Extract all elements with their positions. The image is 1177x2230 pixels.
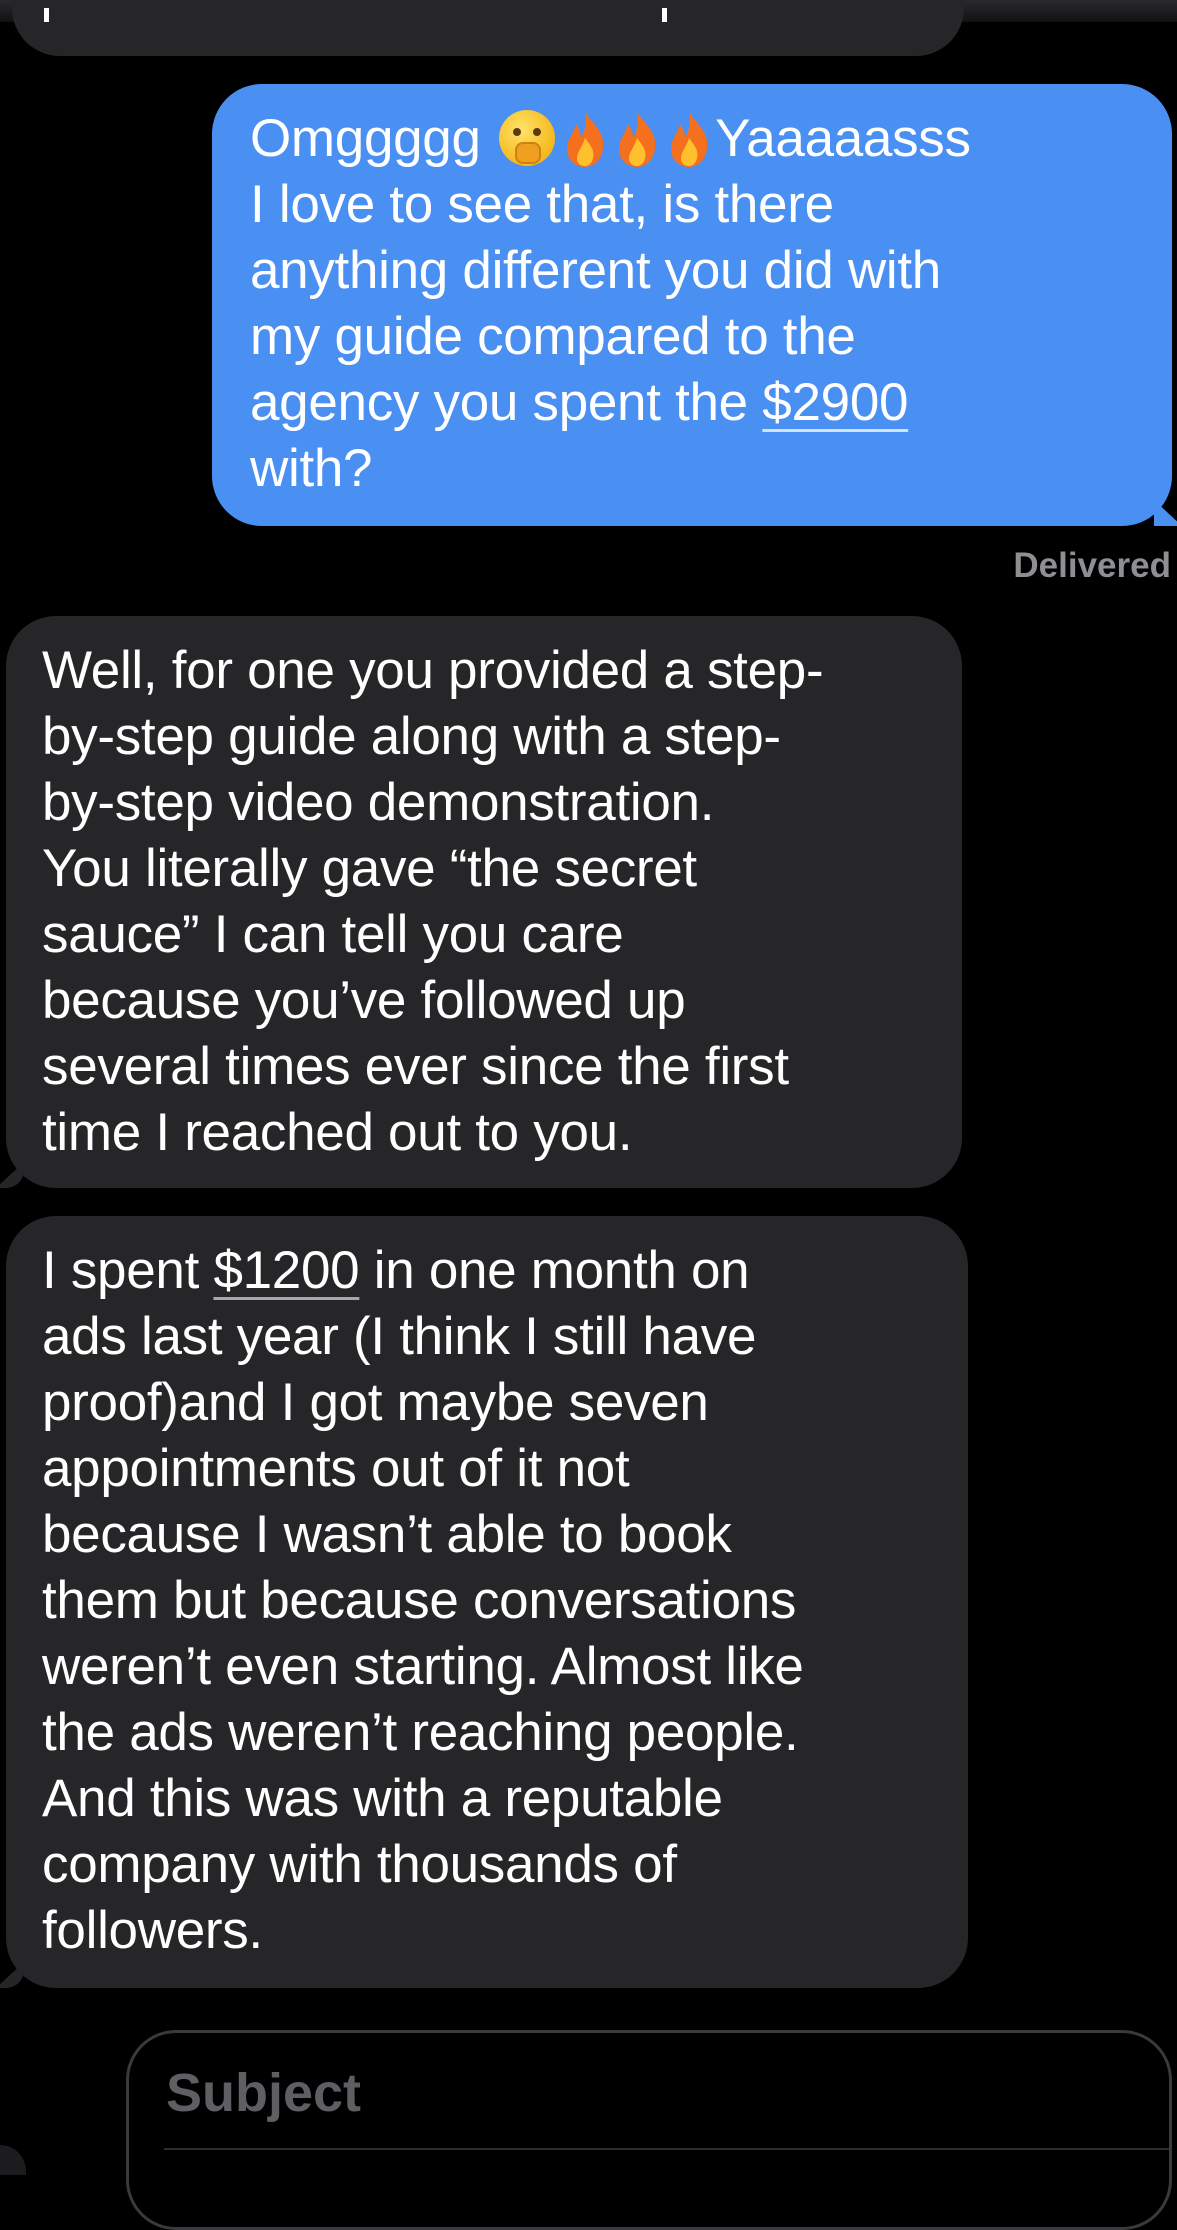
delivered-status: Delivered (1013, 546, 1171, 585)
message-bubble-incoming-partial[interactable]: p (12, 0, 964, 56)
message-text: agency you spent the (250, 373, 763, 432)
message-text: in one month on (359, 1241, 750, 1300)
message-line: And this was with a reputable (42, 1769, 723, 1828)
message-line: I love to see that, is there (250, 175, 834, 234)
message-line: You literally gave “the secret (42, 839, 697, 898)
left-edge-control (0, 2145, 26, 2175)
message-line: weren’t even starting. Almost like (42, 1637, 804, 1696)
subject-input[interactable] (164, 2057, 1068, 2129)
message-line: followers. (42, 1901, 263, 1960)
message-text: I spent (42, 1241, 214, 1300)
message-line: because I wasn’t able to book (42, 1505, 732, 1564)
fire-emoji-icon (671, 112, 708, 167)
message-line: sauce” I can tell you care (42, 905, 624, 964)
message-line: Omggggg Yaaaaasss (250, 106, 1136, 172)
message-bubble-incoming[interactable]: I spent $1200 in one month on ads last y… (6, 1216, 968, 1988)
message-line: anything different you did with (250, 241, 941, 300)
amount-link[interactable]: $2900 (762, 373, 908, 432)
message-line: the ads weren’t reaching people. (42, 1703, 799, 1762)
compose-box[interactable] (126, 2030, 1172, 2230)
message-line: appointments out of it not (42, 1439, 630, 1498)
message-line: proof)and I got maybe seven (42, 1373, 709, 1432)
message-line: ads last year (I think I still have (42, 1307, 757, 1366)
descender-mark (662, 8, 667, 22)
message-text: Omggggg (250, 109, 481, 168)
message-line: time I reached out to you. (42, 1103, 633, 1162)
message-text: Yaaaaasss (715, 109, 971, 168)
amount-link[interactable]: $1200 (213, 1241, 359, 1300)
message-line: I spent $1200 in one month on (42, 1238, 938, 1304)
message-line: agency you spent the $2900 (250, 370, 1136, 436)
message-bubble-incoming[interactable]: Well, for one you provided a step- by-st… (6, 616, 962, 1188)
descender-mark (44, 8, 49, 22)
compose-divider (164, 2148, 1169, 2150)
fire-emoji-icon (619, 112, 656, 167)
message-line: by-step video demonstration. (42, 773, 715, 832)
message-line: them but because conversations (42, 1571, 797, 1630)
message-line: by-step guide along with a step- (42, 707, 781, 766)
message-line: my guide compared to the (250, 307, 856, 366)
shushing-face-emoji-icon (499, 110, 556, 166)
message-line: Well, for one you provided a step- (42, 641, 824, 700)
fire-emoji-icon (567, 112, 604, 167)
message-bubble-outgoing[interactable]: Omggggg Yaaaaasss I love to see that, is… (212, 84, 1172, 526)
message-line: with? (250, 439, 373, 498)
message-line: several times ever since the first (42, 1037, 789, 1096)
message-text-partial: p (42, 0, 862, 10)
message-line: company with thousands of (42, 1835, 677, 1894)
message-line: because you’ve followed up (42, 971, 686, 1030)
